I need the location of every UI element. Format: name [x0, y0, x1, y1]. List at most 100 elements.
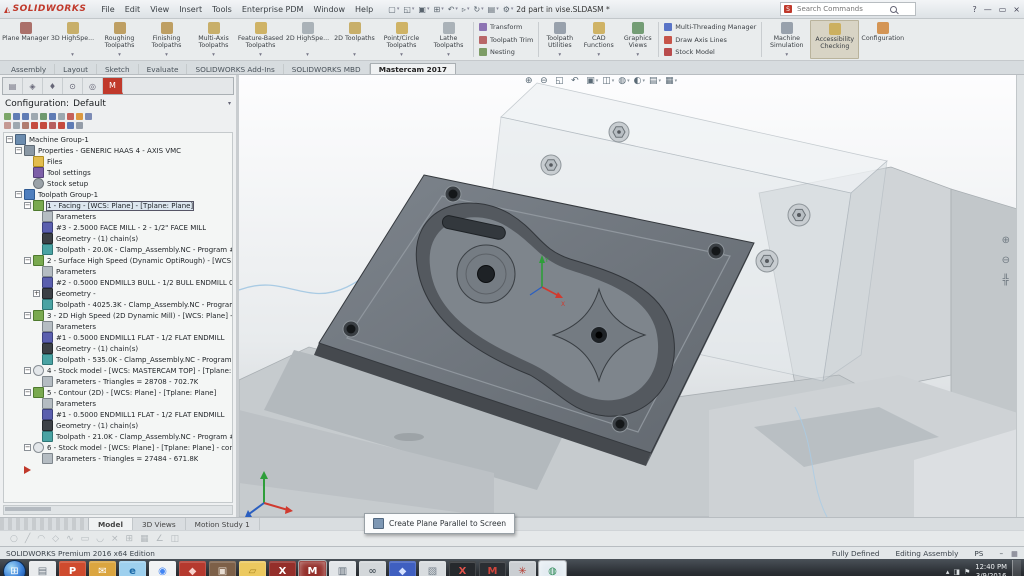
toolpath-toolbar-icon[interactable]	[4, 122, 11, 129]
viewport-canvas[interactable]: Y X	[239, 75, 1024, 517]
menu-item[interactable]: View	[145, 5, 174, 14]
brown-app[interactable]: ▣	[209, 561, 236, 576]
toolpath-toolbar-icon[interactable]	[49, 113, 56, 120]
dropdown-caret-icon[interactable]: ▾	[636, 52, 639, 59]
hide-show-items-icon[interactable]: ◐▾	[634, 76, 645, 86]
dropdown-caret-icon[interactable]: ▾	[353, 52, 356, 59]
dropdown-caret-icon[interactable]: ▾	[597, 52, 600, 59]
tree-item[interactable]: − 2 - Surface High Speed (Dynamic OptiRo…	[4, 255, 232, 266]
dimxpertmanager-tab[interactable]: ⊙	[63, 78, 83, 94]
tree-expander[interactable]: −	[24, 202, 31, 209]
document-tab[interactable]: 3D Views	[133, 518, 186, 530]
search-input[interactable]	[795, 4, 887, 14]
menu-item[interactable]: Help	[350, 5, 378, 14]
ribbon-small-button[interactable]: Nesting	[479, 47, 533, 57]
sketch-mirror-icon[interactable]: ⊞	[126, 534, 134, 544]
sketch-pattern-icon[interactable]: ▦	[140, 534, 149, 544]
toolpath-toolbar-icon[interactable]	[58, 122, 65, 129]
toolpath-toolbar-icon[interactable]	[40, 113, 47, 120]
tree-item[interactable]: Parameters	[4, 211, 232, 222]
tree-item[interactable]: − Toolpath Group-1	[4, 189, 232, 200]
ribbon-button[interactable]: Feature-Based Toolpaths ▾	[237, 20, 284, 59]
tree-item[interactable]: Toolpath - 21.0K - Clamp_Assembly.NC - P…	[4, 431, 232, 442]
pinwheel-app[interactable]: ✳	[509, 561, 536, 576]
command-tab[interactable]: Sketch	[97, 64, 139, 74]
menu-item[interactable]: File	[96, 5, 119, 14]
command-tab[interactable]: SOLIDWORKS Add-Ins	[187, 64, 283, 74]
command-tab[interactable]: SOLIDWORKS MBD	[284, 64, 370, 74]
tree-item[interactable]: Parameters - Triangles = 27484 - 671.8K	[4, 453, 232, 464]
undo-icon[interactable]: ↶▾	[448, 5, 458, 14]
file-properties-icon[interactable]: ▤▾	[488, 5, 499, 14]
toolpath-toolbar-icon[interactable]	[22, 113, 29, 120]
ribbon-small-button[interactable]: Toolpath Trim	[479, 35, 533, 45]
tree-item[interactable]: + Geometry -	[4, 288, 232, 299]
tree-item[interactable]: Parameters	[4, 398, 232, 409]
menu-item[interactable]: Enterprise PDM	[237, 5, 309, 14]
tree-item[interactable]: − Properties - GENERIC HAAS 4 - AXIS VMC	[4, 145, 232, 156]
help-book-app[interactable]: ▥	[329, 561, 356, 576]
menu-item[interactable]: Tools	[207, 5, 237, 14]
displaymanager-tab[interactable]: ◎	[83, 78, 103, 94]
tree-expander[interactable]: −	[24, 367, 31, 374]
tree-item[interactable]: − 3 - 2D High Speed (2D Dynamic Mill) - …	[4, 310, 232, 321]
sketch-spline-icon[interactable]: ∿	[66, 534, 74, 544]
edit-appearance-icon[interactable]: ▤▾	[649, 76, 661, 86]
ribbon-small-button[interactable]: Multi-Threading Manager	[664, 22, 756, 32]
rebuild-icon[interactable]: ↻▾	[473, 5, 483, 14]
options-icon[interactable]: ⚙▾	[503, 5, 514, 14]
graphics-viewport[interactable]: Y X ⊕▾⊖▾◱▾↶▾▣▾◫▾◍▾◐▾▤▾▦▾ ⊕⊖╬	[239, 75, 1024, 517]
powerpoint-app[interactable]: P	[59, 561, 86, 576]
toolpath-toolbar-icon[interactable]	[13, 122, 20, 129]
scrollbar-thumb[interactable]	[5, 507, 51, 511]
tree-expander[interactable]: −	[15, 191, 22, 198]
tree-item[interactable]: Geometry - (1) chain(s)	[4, 233, 232, 244]
command-tab[interactable]: Assembly	[3, 64, 55, 74]
tree-expander[interactable]: −	[24, 312, 31, 319]
minimize-button[interactable]: —	[984, 5, 992, 14]
chevron-down-icon[interactable]: ▾	[228, 100, 231, 107]
zoom-area-icon[interactable]: ⊖▾	[540, 76, 551, 86]
mastercam-2017-app[interactable]: M	[299, 561, 326, 576]
tree-expander[interactable]: +	[33, 290, 40, 297]
tree-item[interactable]: #3 - 2.5000 FACE MILL - 2 - 1/2" FACE MI…	[4, 222, 232, 233]
tree-item[interactable]: − Machine Group-1	[4, 134, 232, 145]
ribbon-button[interactable]: Machine Simulation ▾	[763, 20, 810, 59]
ribbon-button[interactable]: Lathe Toolpaths ▾	[425, 20, 472, 59]
sketch-grid-icon[interactable]: ◫	[171, 534, 180, 544]
ribbon-button[interactable]: Point/Circle Toolpaths ▾	[378, 20, 425, 59]
tree-item[interactable]: Geometry - (1) chain(s)	[4, 420, 232, 431]
tray-icon[interactable]: ◨	[953, 568, 960, 576]
outlook-app[interactable]: ✉	[89, 561, 116, 576]
toolpath-toolbar-icon[interactable]	[76, 113, 83, 120]
propertymanager-tab[interactable]: ◈	[23, 78, 43, 94]
ribbon-button[interactable]: Accessibility Checking ▾	[810, 20, 859, 59]
ribbon-button[interactable]: Configuration ▾	[859, 20, 906, 59]
search-icon[interactable]	[890, 6, 897, 13]
ribbon-small-button[interactable]: Transform	[479, 22, 533, 32]
new-icon[interactable]: ▢▾	[388, 5, 399, 14]
toolpath-toolbar-icon[interactable]	[49, 122, 56, 129]
select-icon[interactable]: ▹▾	[462, 5, 470, 14]
zoom-in-out-icon[interactable]: ◱▾	[555, 76, 567, 86]
tree-item[interactable]	[4, 464, 232, 475]
tree-expander[interactable]: −	[15, 147, 22, 154]
tree-expander[interactable]: −	[24, 389, 31, 396]
dropdown-caret-icon[interactable]: ▾	[785, 52, 788, 59]
tree-item[interactable]: − 5 - Contour (2D) - [WCS: Plane] - [Tpl…	[4, 387, 232, 398]
tree-item[interactable]: Toolpath - 4025.3K - Clamp_Assembly.NC -…	[4, 299, 232, 310]
x9-logo-app[interactable]: X	[449, 561, 476, 576]
ribbon-button[interactable]: Finishing Toolpaths ▾	[143, 20, 190, 59]
dropdown-caret-icon[interactable]: ▾	[118, 52, 121, 59]
tree-expander[interactable]: −	[6, 136, 13, 143]
globe-app[interactable]: ◍	[539, 561, 566, 576]
dropdown-caret-icon[interactable]: ▾	[165, 52, 168, 59]
toolpath-toolbar-icon[interactable]	[85, 113, 92, 120]
dropdown-caret-icon[interactable]: ▾	[212, 52, 215, 59]
blue-app[interactable]: ◆	[389, 561, 416, 576]
sketch-slot-icon[interactable]: ◡	[96, 534, 104, 544]
restore-button[interactable]: ▭	[999, 5, 1007, 14]
toolpath-toolbar-icon[interactable]	[58, 113, 65, 120]
zoom-fit-icon[interactable]: ⊕▾	[525, 76, 536, 86]
ribbon-small-button[interactable]: Stock Model	[664, 47, 756, 57]
